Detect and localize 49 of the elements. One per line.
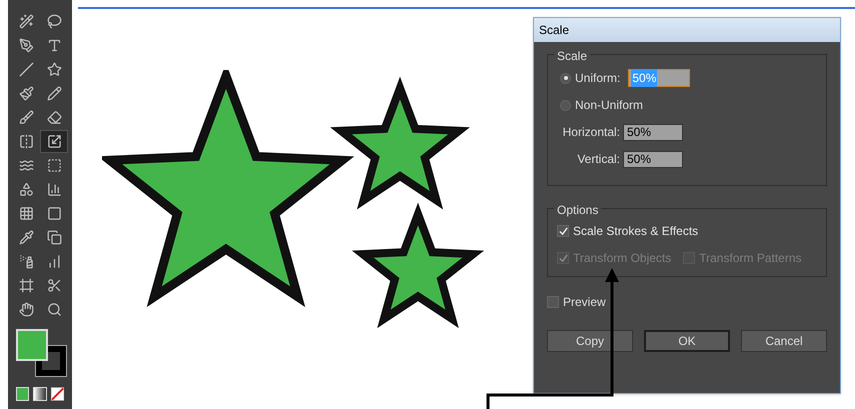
hand-icon [18,302,34,317]
checkmark-icon [558,254,568,262]
none-mode-button[interactable] [50,387,64,401]
artboard-icon [18,278,34,293]
checkmark-icon [558,226,568,236]
dialog-button[interactable]: Copy [547,330,633,352]
eraser-icon [46,110,62,125]
bar-chart-icon [46,254,62,269]
checkbox-label: Scale Strokes & Effects [573,223,698,240]
fill-swatch[interactable] [16,329,48,361]
checkbox-label: Preview [563,294,606,311]
shape-builder-icon [18,182,34,197]
gradient-mode-button[interactable] [33,387,47,401]
line-icon [18,62,34,77]
zoom-icon [46,302,62,317]
blend-icon [46,230,62,245]
scale-icon [46,134,62,149]
eyedropper-icon [18,230,34,245]
input-field[interactable]: 50% [623,124,683,140]
checkbox[interactable] [557,225,569,237]
blob-brush-icon [18,110,34,125]
input-field[interactable]: 50% [623,150,683,168]
stroke-swatch[interactable] [36,346,66,376]
radio-label: Non-Uniform [575,97,644,114]
type-icon [46,38,62,53]
free-transform-icon [46,158,62,173]
pencil-icon [46,86,62,101]
color-mode-button[interactable] [16,387,30,401]
star-icon [46,62,62,77]
field-label: Horizontal: [562,124,620,141]
radio-button[interactable] [560,72,571,84]
wand-icon [18,14,34,29]
gradient-icon [46,206,62,221]
input-field[interactable]: 50% [628,69,690,87]
checkbox[interactable] [547,296,559,308]
spray-icon [18,254,34,269]
warp-icon [18,158,34,173]
radio-button[interactable] [560,100,571,110]
brush-icon [18,86,34,101]
pen-icon [18,38,34,53]
radio-label: Uniform: [575,70,620,87]
dialog-button[interactable]: Cancel [741,330,827,352]
lasso-icon [46,14,62,29]
dialog-title: Scale [539,22,570,39]
mesh-icon [18,206,34,221]
field-label: Vertical: [576,151,620,168]
slice-icon [46,278,62,293]
reflect-icon [18,134,34,149]
dialog-button[interactable]: OK [644,330,730,352]
